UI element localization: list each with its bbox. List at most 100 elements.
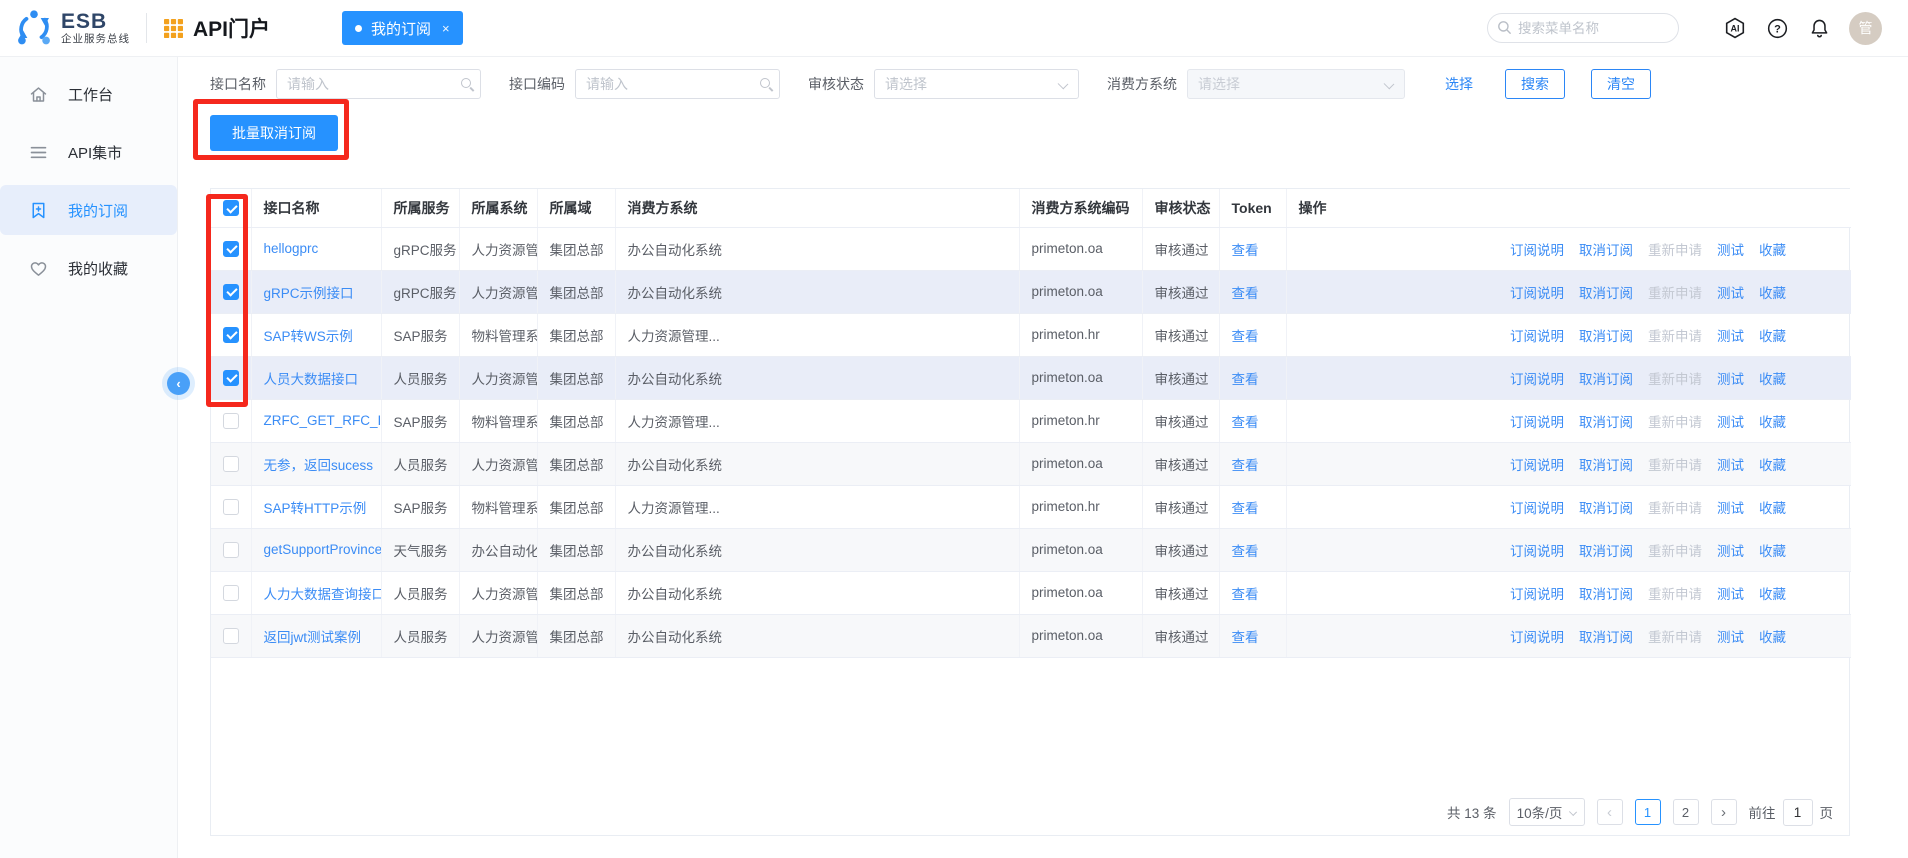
- help-icon[interactable]: ?: [1766, 17, 1789, 40]
- action-favorite-link[interactable]: 收藏: [1759, 368, 1786, 388]
- token-view-link[interactable]: 查看: [1232, 458, 1259, 473]
- action-cancel-subscribe-link[interactable]: 取消订阅: [1579, 454, 1633, 474]
- filter-input-0[interactable]: 请输入: [276, 69, 481, 99]
- row-checkbox[interactable]: [223, 241, 239, 257]
- action-subscribe-note-link[interactable]: 订阅说明: [1510, 583, 1564, 603]
- api-name-link[interactable]: SAP转HTTP示例: [264, 501, 367, 516]
- action-favorite-link[interactable]: 收藏: [1759, 454, 1786, 474]
- sidebar-item-my-favorites[interactable]: 我的收藏: [0, 243, 177, 293]
- action-favorite-link[interactable]: 收藏: [1759, 239, 1786, 259]
- action-test-link[interactable]: 测试: [1717, 454, 1744, 474]
- row-checkbox[interactable]: [223, 370, 239, 386]
- api-name-link[interactable]: 无参，返回sucess: [264, 458, 374, 473]
- action-test-link[interactable]: 测试: [1717, 325, 1744, 345]
- filter-input-1[interactable]: 请输入: [575, 69, 780, 99]
- action-test-link[interactable]: 测试: [1717, 368, 1744, 388]
- action-test-link[interactable]: 测试: [1717, 540, 1744, 560]
- page-size-select[interactable]: 10条/页: [1509, 798, 1585, 826]
- token-view-link[interactable]: 查看: [1232, 587, 1259, 602]
- action-cancel-subscribe-link[interactable]: 取消订阅: [1579, 626, 1633, 646]
- action-favorite-link[interactable]: 收藏: [1759, 282, 1786, 302]
- action-subscribe-note-link[interactable]: 订阅说明: [1510, 282, 1564, 302]
- action-links: 订阅说明取消订阅重新申请测试收藏: [1299, 325, 1840, 345]
- action-cancel-subscribe-link[interactable]: 取消订阅: [1579, 411, 1633, 431]
- action-subscribe-note-link[interactable]: 订阅说明: [1510, 497, 1564, 517]
- token-view-link[interactable]: 查看: [1232, 286, 1259, 301]
- row-checkbox[interactable]: [223, 413, 239, 429]
- api-name-link[interactable]: 返回jwt测试案例: [264, 630, 362, 645]
- action-subscribe-note-link[interactable]: 订阅说明: [1510, 626, 1564, 646]
- action-favorite-link[interactable]: 收藏: [1759, 583, 1786, 603]
- token-view-link[interactable]: 查看: [1232, 544, 1259, 559]
- row-checkbox[interactable]: [223, 585, 239, 601]
- bell-icon[interactable]: [1808, 17, 1831, 40]
- action-subscribe-note-link[interactable]: 订阅说明: [1510, 454, 1564, 474]
- action-subscribe-note-link[interactable]: 订阅说明: [1510, 540, 1564, 560]
- token-view-link[interactable]: 查看: [1232, 415, 1259, 430]
- action-subscribe-note-link[interactable]: 订阅说明: [1510, 239, 1564, 259]
- action-cancel-subscribe-link[interactable]: 取消订阅: [1579, 368, 1633, 388]
- goto-page-input[interactable]: [1783, 799, 1813, 826]
- actions-cell: 订阅说明取消订阅重新申请测试收藏: [1286, 227, 1851, 270]
- action-cancel-subscribe-link[interactable]: 取消订阅: [1579, 325, 1633, 345]
- action-favorite-link[interactable]: 收藏: [1759, 325, 1786, 345]
- api-name-link[interactable]: ZRFC_GET_RFC_IN...: [264, 413, 382, 428]
- token-view-link[interactable]: 查看: [1232, 501, 1259, 516]
- sidebar-item-api-market[interactable]: API集市: [0, 127, 177, 177]
- sidebar-collapse-handle[interactable]: ‹: [167, 372, 190, 395]
- consumer-system-select-link[interactable]: 选择: [1445, 74, 1473, 94]
- actions-cell: 订阅说明取消订阅重新申请测试收藏: [1286, 270, 1851, 313]
- api-name-link[interactable]: hellogprc: [264, 241, 319, 256]
- token-view-link[interactable]: 查看: [1232, 329, 1259, 344]
- consumer-code-cell: primeton.hr: [1019, 313, 1142, 356]
- menu-search-input[interactable]: [1487, 13, 1679, 43]
- row-checkbox[interactable]: [223, 456, 239, 472]
- token-view-link[interactable]: 查看: [1232, 243, 1259, 258]
- action-cancel-subscribe-link[interactable]: 取消订阅: [1579, 497, 1633, 517]
- action-test-link[interactable]: 测试: [1717, 411, 1744, 431]
- action-subscribe-note-link[interactable]: 订阅说明: [1510, 411, 1564, 431]
- action-cancel-subscribe-link[interactable]: 取消订阅: [1579, 583, 1633, 603]
- token-view-link[interactable]: 查看: [1232, 630, 1259, 645]
- api-name-link[interactable]: SAP转WS示例: [264, 329, 353, 344]
- row-checkbox[interactable]: [223, 284, 239, 300]
- action-cancel-subscribe-link[interactable]: 取消订阅: [1579, 282, 1633, 302]
- row-checkbox[interactable]: [223, 499, 239, 515]
- page-number-button[interactable]: 2: [1673, 799, 1699, 825]
- api-name-link[interactable]: 人力大数据查询接口: [264, 587, 382, 602]
- action-favorite-link[interactable]: 收藏: [1759, 626, 1786, 646]
- tab-my-subscriptions[interactable]: 我的订阅 ×: [342, 11, 463, 45]
- api-name-link[interactable]: gRPC示例接口: [264, 286, 354, 301]
- tab-close-icon[interactable]: ×: [442, 21, 450, 36]
- menu-search[interactable]: [1487, 13, 1679, 43]
- token-view-link[interactable]: 查看: [1232, 372, 1259, 387]
- action-test-link[interactable]: 测试: [1717, 282, 1744, 302]
- action-cancel-subscribe-link[interactable]: 取消订阅: [1579, 540, 1633, 560]
- action-test-link[interactable]: 测试: [1717, 497, 1744, 517]
- filter-select-2[interactable]: 请选择: [874, 69, 1079, 99]
- action-subscribe-note-link[interactable]: 订阅说明: [1510, 325, 1564, 345]
- action-favorite-link[interactable]: 收藏: [1759, 411, 1786, 431]
- action-subscribe-note-link[interactable]: 订阅说明: [1510, 368, 1564, 388]
- api-name-link[interactable]: getSupportProvince: [264, 542, 382, 557]
- action-test-link[interactable]: 测试: [1717, 239, 1744, 259]
- batch-cancel-subscribe-button[interactable]: 批量取消订阅: [210, 115, 338, 151]
- action-test-link[interactable]: 测试: [1717, 626, 1744, 646]
- select-all-checkbox[interactable]: [223, 200, 239, 216]
- row-checkbox[interactable]: [223, 327, 239, 343]
- ai-assistant-icon[interactable]: AI: [1723, 16, 1747, 40]
- clear-button[interactable]: 清空: [1591, 69, 1651, 99]
- sidebar-item-workbench[interactable]: 工作台: [0, 69, 177, 119]
- action-favorite-link[interactable]: 收藏: [1759, 540, 1786, 560]
- row-checkbox[interactable]: [223, 628, 239, 644]
- action-test-link[interactable]: 测试: [1717, 583, 1744, 603]
- api-name-link[interactable]: 人员大数据接口: [264, 372, 359, 387]
- next-page-button[interactable]: ›: [1711, 799, 1737, 825]
- action-favorite-link[interactable]: 收藏: [1759, 497, 1786, 517]
- sidebar-item-my-subscriptions[interactable]: 我的订阅: [0, 185, 177, 235]
- user-avatar[interactable]: 管: [1849, 12, 1882, 45]
- page-number-button[interactable]: 1: [1635, 799, 1661, 825]
- row-checkbox[interactable]: [223, 542, 239, 558]
- search-button[interactable]: 搜索: [1505, 69, 1565, 99]
- action-cancel-subscribe-link[interactable]: 取消订阅: [1579, 239, 1633, 259]
